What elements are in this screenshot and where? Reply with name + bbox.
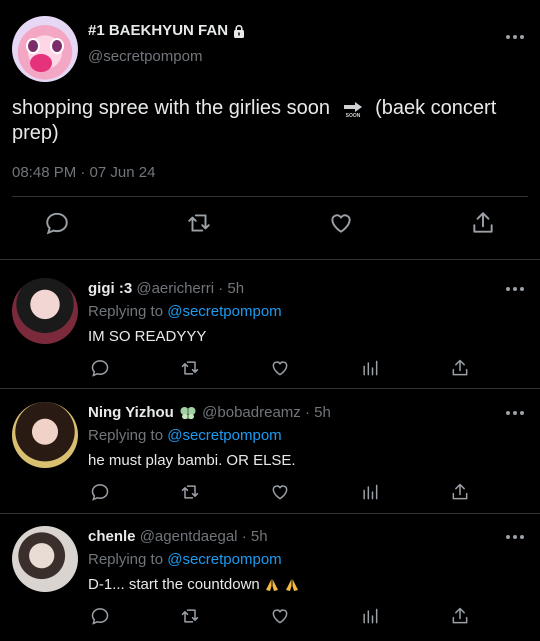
reply-text: IM SO READYYY (88, 328, 207, 345)
avatar-art (30, 54, 52, 72)
reply-header: Ning Yizhou @bobadreamz · 5h (88, 404, 331, 421)
replying-to: Replying to @secretpompom (88, 303, 282, 320)
share-icon[interactable] (450, 606, 470, 626)
retweet-icon[interactable] (186, 210, 212, 236)
reply-header: chenle @agentdaegal · 5h (88, 528, 268, 545)
butterfly-icon (180, 407, 196, 420)
retweet-icon[interactable] (180, 606, 200, 626)
retweet-icon[interactable] (180, 358, 200, 378)
tweet-text-part: shopping spree with the girlies soon (12, 97, 330, 119)
like-icon[interactable] (270, 482, 290, 502)
reply-actions (0, 358, 540, 382)
reply-handle[interactable]: @agentdaegal (140, 528, 238, 545)
replying-to: Replying to @secretpompom (88, 427, 282, 444)
divider (0, 259, 540, 260)
display-name[interactable]: #1 BAEKHYUN FAN (88, 22, 246, 39)
share-icon[interactable] (450, 358, 470, 378)
more-options-icon[interactable] (506, 534, 524, 540)
mention-link[interactable]: @secretpompom (167, 303, 281, 320)
avatar[interactable] (12, 278, 78, 344)
display-name-text: #1 BAEKHYUN FAN (88, 22, 229, 39)
reply-text-part: D-1... start the countdown (88, 576, 260, 593)
avatar-art (26, 38, 40, 54)
like-icon[interactable] (270, 358, 290, 378)
more-options-icon[interactable] (506, 410, 524, 416)
retweet-icon[interactable] (180, 482, 200, 502)
tweet-actions (0, 210, 540, 246)
timestamp[interactable]: 08:48 PM · 07 Jun 24 (12, 164, 155, 181)
soon-arrow-icon: SOON (343, 101, 362, 118)
reply-actions (0, 606, 540, 630)
reply-age: · 5h (241, 528, 268, 545)
reply-handle[interactable]: @aericherri (136, 280, 214, 297)
avatar[interactable] (12, 526, 78, 592)
reply-handle[interactable]: @bobadreamz (202, 404, 301, 421)
like-icon[interactable] (270, 606, 290, 626)
reply-tweet: Ning Yizhou @bobadreamz · 5h Replying to… (0, 386, 540, 510)
avatar-art (50, 38, 64, 54)
praying-hands-icon (265, 579, 278, 592)
more-options-icon[interactable] (506, 286, 524, 292)
main-tweet: #1 BAEKHYUN FAN @secretpompom shopping s… (0, 0, 540, 260)
analytics-icon[interactable] (360, 358, 380, 378)
share-icon[interactable] (450, 482, 470, 502)
reply-name[interactable]: chenle (88, 528, 136, 545)
avatar[interactable] (12, 16, 78, 82)
reply-name[interactable]: gigi :3 (88, 280, 132, 297)
replying-to: Replying to @secretpompom (88, 551, 282, 568)
analytics-icon[interactable] (360, 606, 380, 626)
analytics-icon[interactable] (360, 482, 380, 502)
reply-header: gigi :3 @aericherri · 5h (88, 280, 244, 297)
like-icon[interactable] (328, 210, 354, 236)
svg-text:SOON: SOON (345, 113, 360, 118)
reply-name[interactable]: Ning Yizhou (88, 404, 174, 421)
reply-icon[interactable] (90, 482, 110, 502)
reply-actions (0, 482, 540, 506)
praying-hands-icon (286, 579, 299, 592)
reply-age: · 5h (218, 280, 245, 297)
avatar[interactable] (12, 402, 78, 468)
reply-icon[interactable] (44, 210, 70, 236)
reply-tweet: chenle @agentdaegal · 5h Replying to @se… (0, 510, 540, 634)
reply-text: D-1... start the countdown (88, 576, 300, 593)
reply-age: · 5h (304, 404, 331, 421)
share-icon[interactable] (470, 210, 496, 236)
reply-tweet: gigi :3 @aericherri · 5h Replying to @se… (0, 262, 540, 386)
reply-text: he must play bambi. OR ELSE. (88, 452, 296, 469)
replying-label: Replying to (88, 551, 164, 568)
replying-label: Replying to (88, 427, 164, 444)
reply-icon[interactable] (90, 358, 110, 378)
handle[interactable]: @secretpompom (88, 48, 202, 65)
tweet-text: shopping spree with the girlies soon SOO… (12, 96, 522, 146)
reply-icon[interactable] (90, 606, 110, 626)
more-options-icon[interactable] (506, 34, 524, 40)
lock-icon (234, 24, 245, 38)
mention-link[interactable]: @secretpompom (167, 427, 281, 444)
mention-link[interactable]: @secretpompom (167, 551, 281, 568)
divider (12, 196, 528, 197)
replying-label: Replying to (88, 303, 164, 320)
